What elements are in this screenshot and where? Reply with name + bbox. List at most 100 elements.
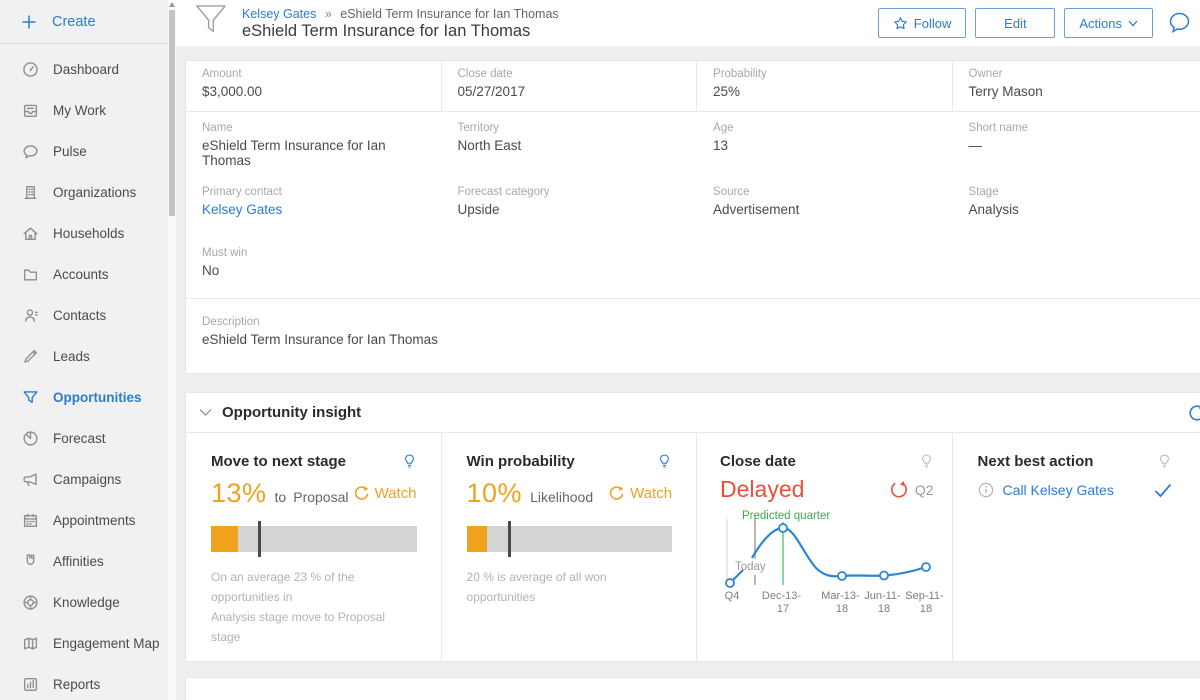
- megaphone-icon: [21, 471, 39, 489]
- scrollbar-up-arrow[interactable]: [169, 2, 175, 7]
- watch-icon: [608, 485, 625, 502]
- field-short-name: Short name —: [953, 114, 1200, 178]
- calendar-icon: [21, 512, 39, 530]
- sidebar-item-campaigns[interactable]: Campaigns: [0, 459, 168, 500]
- sidebar-nav: Dashboard My Work Pulse Organizations Ho…: [0, 44, 168, 700]
- crm-app: Create Dashboard My Work Pulse Organiz: [0, 0, 1200, 700]
- tab-leads[interactable]: Leads: [472, 678, 513, 700]
- tab-sales-team[interactable]: Sales team: [768, 678, 840, 700]
- create-button[interactable]: Create: [0, 0, 168, 44]
- sidebar-item-pulse[interactable]: Pulse: [0, 131, 168, 172]
- average-marker: [258, 521, 261, 557]
- lifering-icon: [21, 594, 39, 612]
- primary-contact-link[interactable]: Kelsey Gates: [202, 202, 424, 217]
- chevron-down-icon: [1128, 20, 1138, 27]
- tab-details[interactable]: Details: [210, 678, 255, 700]
- sidebar-item-leads[interactable]: Leads: [0, 336, 168, 377]
- sidebar-item-dashboard[interactable]: Dashboard: [0, 49, 168, 90]
- tab-attachments[interactable]: Attachments: [655, 678, 734, 700]
- lightbulb-icon[interactable]: [1157, 453, 1172, 470]
- breadcrumb-current: eShield Term Insurance for Ian Thomas: [340, 7, 558, 21]
- dashboard-icon: [21, 61, 39, 79]
- plus-icon: [21, 14, 37, 30]
- card-title: Close date: [720, 453, 796, 470]
- complete-check-icon[interactable]: [1154, 483, 1172, 498]
- sidebar-item-knowledge[interactable]: Knowledge: [0, 582, 168, 623]
- tab-activities[interactable]: Activities: [381, 678, 438, 700]
- sidebar-item-accounts[interactable]: Accounts: [0, 254, 168, 295]
- info-icon[interactable]: [978, 482, 994, 498]
- x-tick: Sep-11- 18: [905, 590, 944, 613]
- x-tick: Q4: [725, 590, 740, 602]
- opportunity-funnel-icon: [194, 3, 230, 46]
- opportunity-insight-panel: Opportunity insight Move to next stage 1…: [185, 392, 1200, 662]
- sidebar-item-forecast[interactable]: Forecast: [0, 418, 168, 459]
- win-probability-percent: 10%: [467, 478, 523, 509]
- sidebar-item-my-work[interactable]: My Work: [0, 90, 168, 131]
- breadcrumb-link-primary-contact[interactable]: Kelsey Gates: [242, 7, 316, 21]
- building-icon: [21, 184, 39, 202]
- scrollbar-thumb[interactable]: [169, 10, 175, 216]
- stage-progress-bar: [211, 526, 417, 552]
- field-amount: Amount $3,000.00: [186, 61, 442, 111]
- collapse-chevron-icon[interactable]: [199, 408, 212, 417]
- x-tick: Jun-11- 18: [864, 590, 904, 613]
- sidebar-item-opportunities[interactable]: Opportunities: [0, 377, 168, 418]
- field-probability: Probability 25%: [697, 61, 953, 111]
- progress-fill: [467, 526, 488, 552]
- sidebar-item-contacts[interactable]: Contacts: [0, 295, 168, 336]
- field-owner: Owner Terry Mason: [953, 61, 1200, 111]
- edit-button[interactable]: Edit: [975, 8, 1055, 38]
- predicted-quarter-badge: Q2: [915, 482, 934, 498]
- lightbulb-icon[interactable]: [919, 453, 934, 470]
- folder-icon: [21, 266, 39, 284]
- main-panel: Kelsey Gates » eShield Term Insurance fo…: [176, 0, 1200, 700]
- star-icon: [893, 16, 908, 31]
- card-close-date: Close date Delayed Q2 Predi: [697, 433, 953, 661]
- actions-button[interactable]: Actions: [1064, 8, 1153, 38]
- watch-button[interactable]: Watch: [353, 485, 417, 502]
- refresh-icon[interactable]: [1187, 403, 1200, 423]
- next-best-action-row: Call Kelsey Gates: [978, 482, 1172, 498]
- header-actions: Follow Edit Actions: [878, 8, 1192, 38]
- sidebar: Create Dashboard My Work Pulse Organiz: [0, 0, 176, 700]
- stage-move-percent: 13%: [211, 478, 267, 509]
- inbox-icon: [21, 102, 39, 120]
- sidebar-item-organizations[interactable]: Organizations: [0, 172, 168, 213]
- x-tick: Mar-13- 18: [821, 590, 863, 613]
- close-date-status: Delayed: [720, 476, 804, 503]
- close-date-forecast-chart: Predicted quarter Today: [722, 509, 944, 613]
- card-move-to-next-stage: Move to next stage 13% to Proposal Watch: [186, 433, 442, 661]
- pie-icon: [21, 430, 39, 448]
- sidebar-item-households[interactable]: Households: [0, 213, 168, 254]
- today-label: Today: [735, 561, 766, 573]
- person-icon: [21, 307, 39, 325]
- lightbulb-icon[interactable]: [402, 453, 417, 470]
- field-source: Source Advertisement: [697, 178, 953, 227]
- sidebar-item-appointments[interactable]: Appointments: [0, 500, 168, 541]
- sidebar-item-engagement-map[interactable]: Engagement Map: [0, 623, 168, 664]
- bar-chart-icon: [21, 676, 39, 694]
- insight-title: Opportunity insight: [222, 404, 361, 421]
- tab-close-plans[interactable]: Close plans: [547, 678, 622, 700]
- follow-button[interactable]: Follow: [878, 8, 967, 38]
- sidebar-item-affinities[interactable]: Affinities: [0, 541, 168, 582]
- lightbulb-icon[interactable]: [657, 453, 672, 470]
- card-title: Next best action: [978, 453, 1094, 470]
- chat-icon[interactable]: [1166, 10, 1192, 36]
- call-contact-link[interactable]: Call Kelsey Gates: [1003, 482, 1114, 498]
- funnel-icon: [21, 389, 39, 407]
- record-content: Amount $3,000.00 Close date 05/27/2017 P…: [176, 46, 1200, 700]
- watch-button[interactable]: Watch: [608, 485, 672, 502]
- tab-contacts[interactable]: Contacts: [289, 678, 346, 700]
- record-heading: Kelsey Gates » eShield Term Insurance fo…: [242, 5, 878, 41]
- sidebar-item-reports[interactable]: Reports: [0, 664, 168, 700]
- progress-fill: [211, 526, 238, 552]
- sidebar-scrollbar[interactable]: [168, 0, 176, 700]
- watch-icon: [353, 485, 370, 502]
- speech-bubble-icon: [21, 143, 39, 161]
- card-next-best-action: Next best action Call Kelsey Gates: [953, 433, 1200, 661]
- card-win-probability: Win probability 10% Likelihood Watch: [442, 433, 698, 661]
- card-caption: On an average 23 % of the opportunities …: [211, 567, 417, 647]
- record-header: Kelsey Gates » eShield Term Insurance fo…: [176, 0, 1200, 46]
